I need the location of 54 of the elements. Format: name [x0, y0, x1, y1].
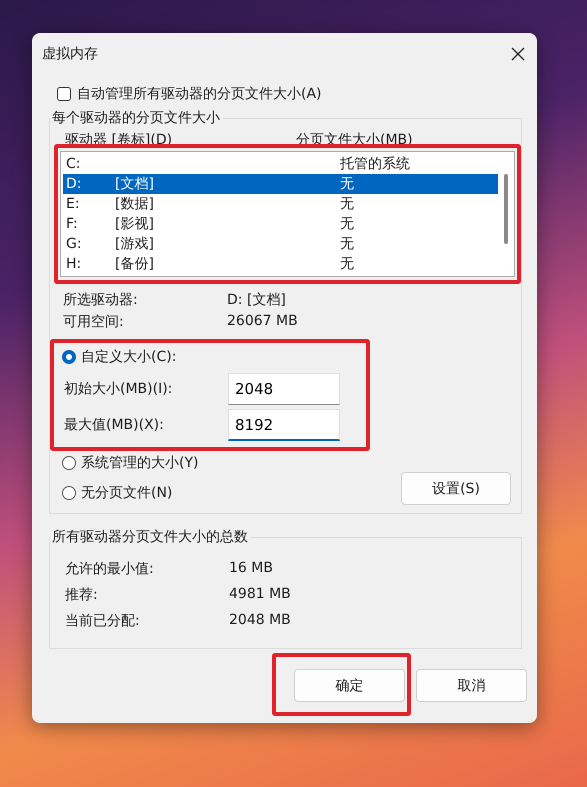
drive-label: [文档] [115, 175, 155, 193]
paging-size: 托管的系统 [340, 155, 411, 173]
field-label: 最大值(MB)(X): [64, 416, 165, 434]
total-value: 4981 MB [229, 586, 292, 604]
total-value: 2048 MB [229, 612, 292, 630]
drive-label: [数据] [115, 195, 155, 213]
drive-label: [影视] [115, 215, 155, 233]
info-value: 26067 MB [227, 313, 299, 331]
input-field[interactable]: 2048 [228, 373, 340, 405]
scrollbar-thumb[interactable] [504, 174, 508, 244]
group-title: 所有驱动器分页文件大小的总数 [51, 528, 249, 546]
checkbox[interactable] [57, 87, 71, 101]
cancel-button[interactable]: 取消 [416, 669, 527, 702]
drive-letter: H: [66, 256, 82, 272]
info-label: 所选驱动器: [63, 291, 139, 309]
drive-letter: E: [66, 196, 81, 212]
ok-button[interactable]: 确定 [294, 669, 405, 702]
window-title: 虚拟内存 [42, 45, 98, 63]
total-label: 推荐: [65, 586, 99, 604]
info-value: D: [文档] [227, 291, 287, 309]
info-label: 可用空间: [63, 313, 125, 331]
list-row[interactable]: H: [备份] 无 [63, 254, 498, 274]
drive-letter: C: [66, 156, 82, 172]
input-field[interactable]: 8192 [228, 409, 340, 441]
set-button[interactable]: 设置(S) [401, 472, 511, 505]
checkbox-label[interactable]: 自动管理所有驱动器的分页文件大小(A) [77, 85, 322, 103]
field-label: 初始大小(MB)(I): [64, 380, 174, 398]
radio-label[interactable]: 无分页文件(N) [81, 484, 172, 502]
drive-label: [游戏] [115, 235, 155, 253]
paging-size: 无 [340, 255, 355, 273]
drive-letter: G: [66, 236, 83, 252]
paging-size: 无 [340, 215, 355, 233]
group-title: 每个驱动器的分页文件大小 [51, 109, 221, 127]
radio-button[interactable] [62, 456, 76, 470]
paging-size: 无 [340, 175, 355, 193]
drive-label: [备份] [115, 255, 155, 273]
radio-button[interactable] [62, 350, 76, 364]
paging-size: 无 [340, 195, 355, 213]
drive-letter: D: [66, 176, 82, 192]
radio-label[interactable]: 系统管理的大小(Y) [81, 454, 198, 472]
close-icon[interactable] [511, 47, 525, 61]
list-row[interactable]: E: [数据] 无 [63, 194, 498, 214]
list-row[interactable]: G: [游戏] 无 [63, 234, 498, 254]
total-value: 16 MB [229, 560, 274, 578]
radio-button[interactable] [62, 486, 76, 500]
list-row[interactable]: D: [文档] 无 [63, 174, 498, 194]
radio-label[interactable]: 自定义大小(C): [81, 348, 176, 366]
total-label: 允许的最小值: [65, 560, 155, 578]
paging-size: 无 [340, 235, 355, 253]
drive-list[interactable]: C: 托管的系统 D: [文档] 无 E: [数据] 无 F: [影视] 无 G: [游戏] 无 H: [备份] 无 [60, 151, 515, 277]
drive-letter: F: [66, 216, 79, 232]
total-label: 当前已分配: [65, 612, 141, 630]
list-row[interactable]: C: 托管的系统 [63, 154, 498, 174]
list-row[interactable]: F: [影视] 无 [63, 214, 498, 234]
